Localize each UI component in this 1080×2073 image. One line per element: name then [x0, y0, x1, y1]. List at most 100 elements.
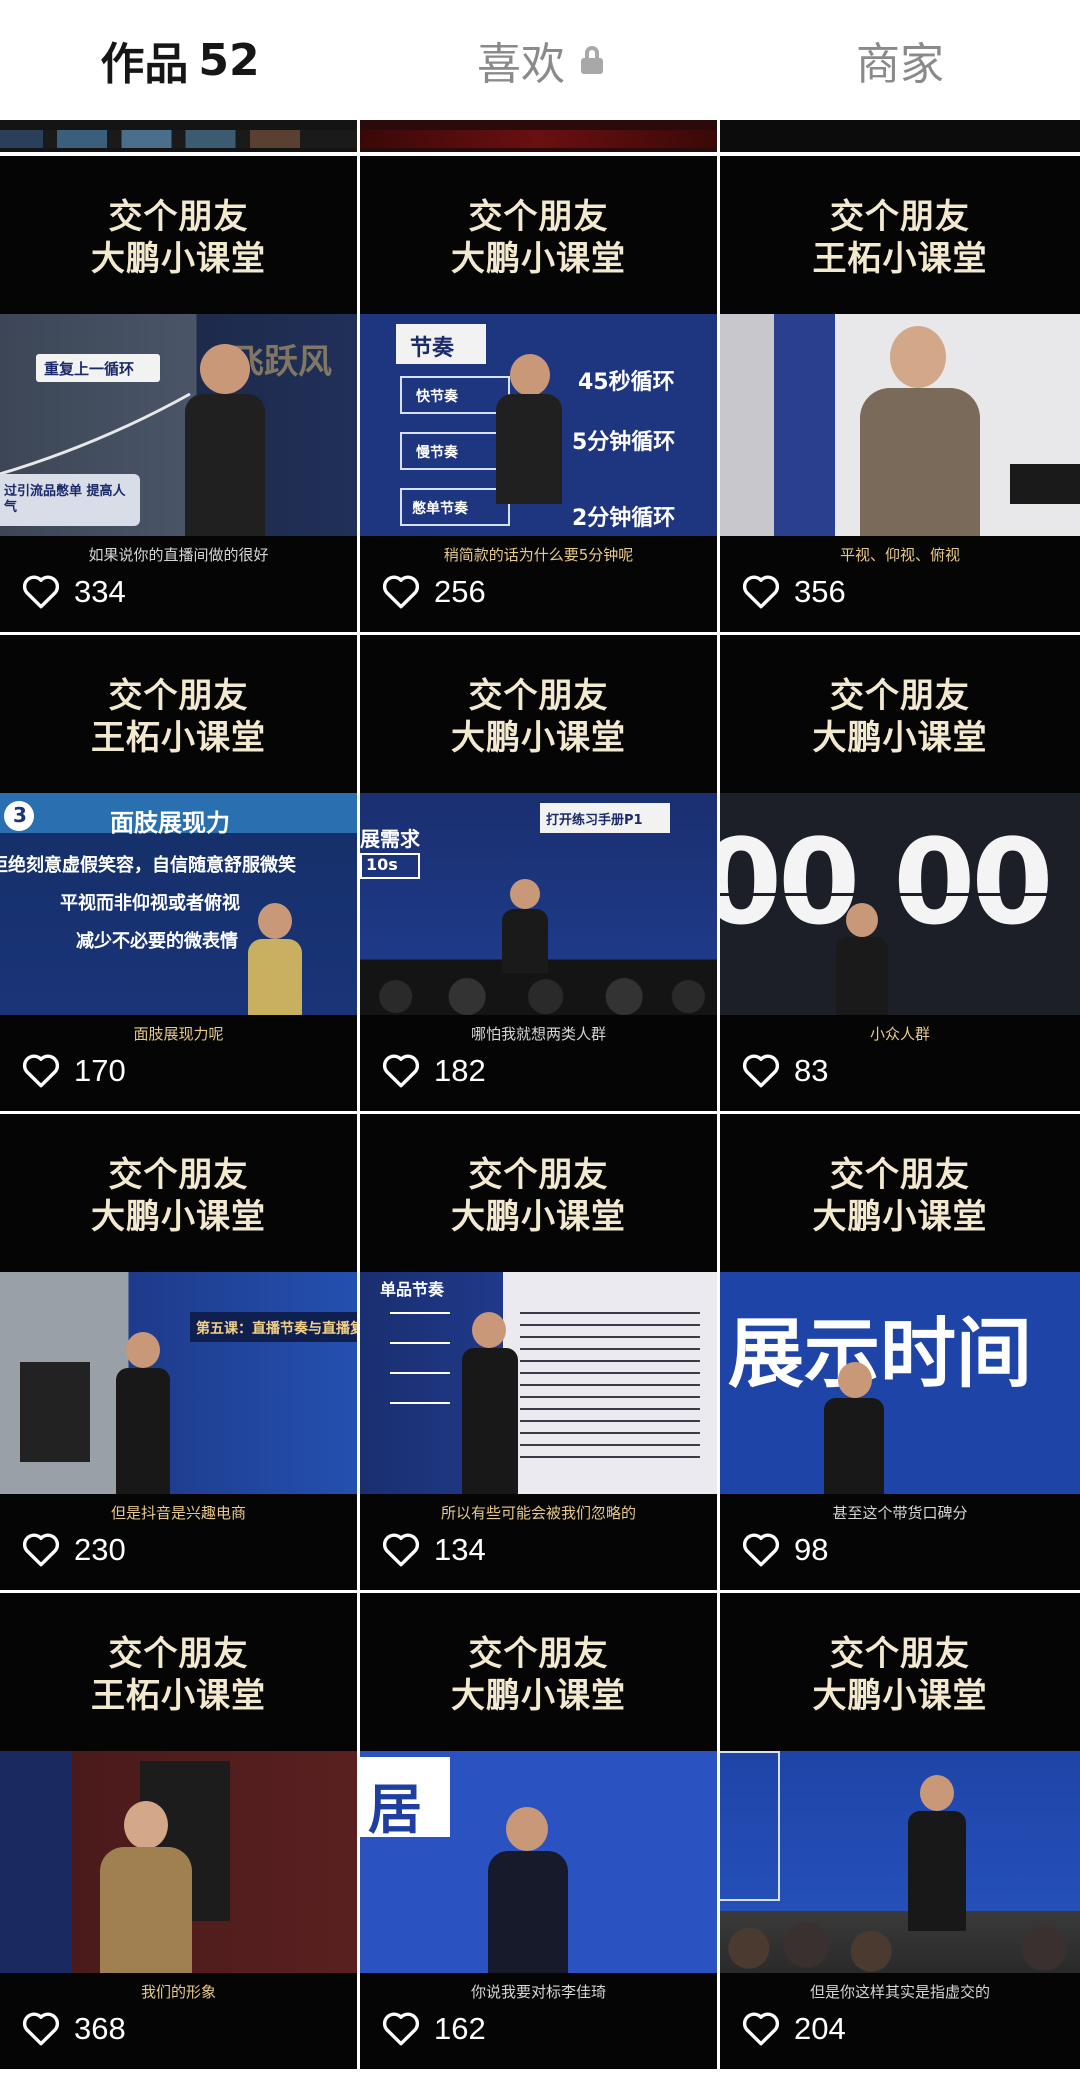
video-title-line2: 大鹏小课堂 — [91, 239, 266, 279]
video-thumbnail: 00 00 — [720, 793, 1080, 1015]
slide-text: 打开练习手册P1 — [546, 813, 643, 828]
presenter-body — [860, 388, 980, 536]
paragraph-lines — [520, 1312, 700, 1462]
video-thumbnail: 居 — [360, 1751, 717, 1973]
video-title-line1: 交个朋友 — [830, 197, 970, 237]
video-card[interactable]: 交个朋友 大鹏小课堂 单品节奏 所以有些可能会被我们忽略的 134 — [360, 1114, 717, 1590]
slide-text: 5分钟循环 — [572, 430, 676, 455]
speaker-equipment — [20, 1362, 90, 1462]
divider — [720, 893, 1080, 896]
video-title-line1: 交个朋友 — [108, 1634, 249, 1674]
slide-box — [720, 1751, 780, 1901]
like-count-value: 162 — [434, 2011, 486, 2046]
tab-likes-label: 喜欢 — [477, 39, 565, 90]
video-title-line2: 王柘小课堂 — [91, 1676, 266, 1716]
presenter-body — [100, 1847, 192, 1973]
video-title-line2: 大鹏小课堂 — [451, 239, 626, 279]
heart-outline-icon — [742, 1533, 780, 1567]
profile-tab-bar: 作品 52 喜欢 商家 — [0, 0, 1080, 120]
presenter-head — [510, 879, 540, 909]
video-title-line1: 交个朋友 — [468, 676, 609, 716]
like-count-value: 368 — [74, 2011, 126, 2046]
video-card[interactable]: 交个朋友 大鹏小课堂 但是你这样其实是指虚交的 204 — [720, 1593, 1080, 2069]
video-thumbnail: 展示时间 — [720, 1272, 1080, 1494]
heart-outline-icon — [382, 575, 420, 609]
video-card[interactable]: 交个朋友 大鹏小课堂 展需求 10s 打开练习手册P1 哪怕我就想两类人群 182 — [360, 635, 717, 1111]
video-thumbnail: 展需求 10s 打开练习手册P1 — [360, 793, 717, 1015]
video-caption: 如果说你的直播间做的很好 — [88, 546, 269, 564]
video-thumbnail-partial[interactable] — [0, 120, 357, 152]
presenter-head — [200, 344, 250, 394]
video-thumbnail-partial[interactable] — [360, 120, 717, 152]
video-title-line1: 交个朋友 — [830, 1634, 970, 1674]
presenter-head — [506, 1807, 548, 1851]
presenter-head — [890, 326, 946, 388]
heart-outline-icon — [382, 2012, 420, 2046]
video-thumbnail: 重复上一循环 过引流品憋单 提高人气 飞跃风 — [0, 314, 357, 536]
video-card[interactable]: 交个朋友 大鹏小课堂 00 00 小众人群 83 — [720, 635, 1080, 1111]
presenter-head — [920, 1775, 954, 1811]
heart-outline-icon — [22, 2012, 60, 2046]
slide-text: 平视而非仰视或者俯视 — [60, 893, 240, 914]
video-caption: 但是你这样其实是指虚交的 — [809, 1983, 990, 2001]
video-title-line1: 交个朋友 — [830, 676, 970, 716]
video-card[interactable]: 交个朋友 大鹏小课堂 重复上一循环 过引流品憋单 提高人气 飞跃风 如果说你的直播… — [0, 156, 357, 632]
video-title-line1: 交个朋友 — [468, 1634, 609, 1674]
slide-text: 面肢展现力 — [110, 809, 230, 837]
presenter-head — [126, 1332, 160, 1368]
video-title-line2: 大鹏小课堂 — [812, 1197, 988, 1237]
video-thumbnail — [0, 1751, 357, 1973]
video-card[interactable]: 交个朋友 大鹏小课堂 居 你说我要对标李佳琦 162 — [360, 1593, 717, 2069]
presenter-body — [836, 937, 888, 1015]
video-thumbnail: 节奏 快节奏 45秒循环 慢节奏 5分钟循环 憋单节奏 2分钟循环 — [360, 314, 717, 536]
video-card[interactable]: 交个朋友 王柘小课堂 3 面肢展现力 拒绝刻意虚假笑容，自信随意舒服微笑 平视而非… — [0, 635, 357, 1111]
video-thumbnail: 单品节奏 — [360, 1272, 717, 1494]
video-title-line1: 交个朋友 — [108, 1155, 249, 1195]
video-thumbnail-partial[interactable] — [720, 120, 1080, 152]
like-count: 134 — [382, 1528, 486, 1572]
heart-outline-icon — [742, 1054, 780, 1088]
tab-works-label: 作品 — [100, 39, 189, 90]
video-title-line2: 王柘小课堂 — [91, 718, 266, 758]
like-count-value: 170 — [74, 1053, 126, 1088]
video-title-line2: 大鹏小课堂 — [451, 1197, 626, 1237]
slide-text: 00 00 — [720, 813, 1053, 951]
tab-works[interactable]: 作品 52 — [0, 0, 360, 120]
video-title-line2: 大鹏小课堂 — [451, 718, 626, 758]
video-title-line1: 交个朋友 — [108, 197, 249, 237]
heart-outline-icon — [382, 1054, 420, 1088]
slide-text: 10s — [366, 855, 398, 874]
presenter-body — [462, 1348, 518, 1494]
like-count-value: 182 — [434, 1053, 486, 1088]
video-card[interactable]: 交个朋友 王柘小课堂 我们的形象 368 — [0, 1593, 357, 2069]
video-caption: 但是抖音是兴趣电商 — [110, 1504, 246, 1522]
video-title-line1: 交个朋友 — [108, 676, 249, 716]
slide-text: 第五课：直播节奏与直播复盘 — [196, 1321, 357, 1337]
slide-text: 慢节奏 — [416, 445, 458, 461]
slide-text: 憋单节奏 — [412, 501, 468, 517]
video-caption: 所以有些可能会被我们忽略的 — [440, 1504, 636, 1522]
video-card[interactable]: 交个朋友 大鹏小课堂 展示时间 甚至这个带货口碑分 98 — [720, 1114, 1080, 1590]
video-title-line2: 大鹏小课堂 — [812, 1676, 988, 1716]
slide-text: 快节奏 — [416, 389, 458, 405]
video-title-line2: 大鹏小课堂 — [812, 718, 988, 758]
presenter-head — [510, 354, 550, 396]
like-count: 356 — [742, 570, 846, 614]
audience-heads — [720, 1911, 1080, 1973]
video-thumbnail — [720, 314, 1080, 536]
video-title-line1: 交个朋友 — [830, 1155, 970, 1195]
video-thumbnail: 3 面肢展现力 拒绝刻意虚假笑容，自信随意舒服微笑 平视而非仰视或者俯视 减少不… — [0, 793, 357, 1015]
heart-outline-icon — [382, 1533, 420, 1567]
video-card[interactable]: 交个朋友 王柘小课堂 平视、仰视、俯视 356 — [720, 156, 1080, 632]
like-count-value: 256 — [434, 574, 486, 609]
tab-merchant[interactable]: 商家 — [720, 0, 1080, 120]
video-card[interactable]: 交个朋友大鹏小课堂 第五课：直播节奏与直播复盘 但是抖音是兴趣电商 230 — [0, 1114, 357, 1590]
presenter-head — [124, 1801, 168, 1849]
audience-heads — [360, 969, 717, 1015]
tab-likes[interactable]: 喜欢 — [360, 0, 720, 120]
like-count: 182 — [382, 1049, 486, 1093]
presenter-body — [502, 909, 548, 973]
heart-outline-icon — [742, 2012, 780, 2046]
video-card[interactable]: 交个朋友 大鹏小课堂 节奏 快节奏 45秒循环 慢节奏 5分钟循环 憋单节奏 2分… — [360, 156, 717, 632]
video-title-line2: 大鹏小课堂 — [91, 1197, 266, 1237]
